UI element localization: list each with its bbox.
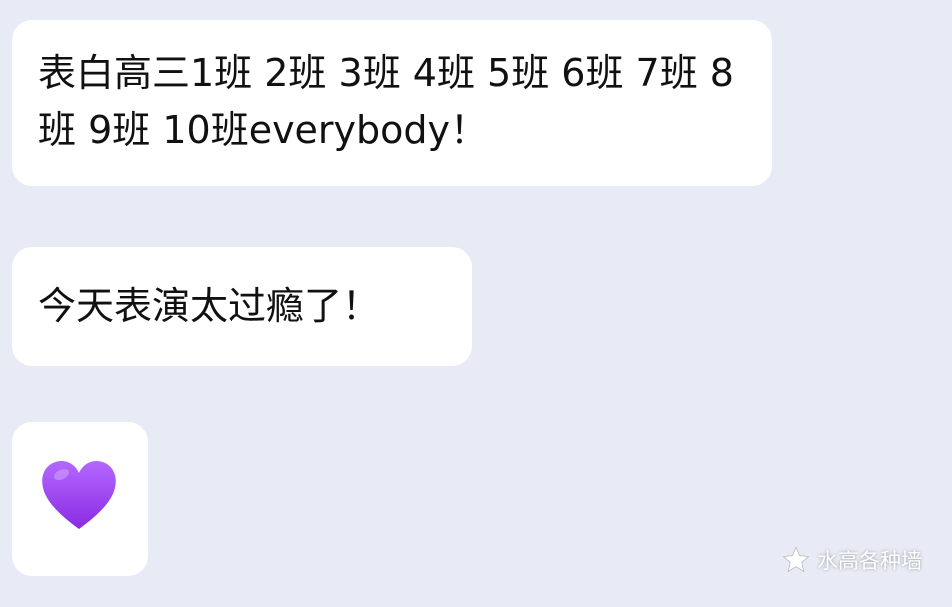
message-text: 表白高三1班 2班 3班 4班 5班 6班 7班 8班 9班 10班everyb… xyxy=(38,51,734,152)
watermark-text: 水高各种墙 xyxy=(817,549,922,573)
purple-heart-icon xyxy=(42,461,116,529)
message-bubble-2[interactable]: 今天表演太过瘾了！ xyxy=(12,247,472,366)
star-icon xyxy=(782,546,810,573)
message-bubble-1[interactable]: 表白高三1班 2班 3班 4班 5班 6班 7班 8班 9班 10班everyb… xyxy=(12,20,772,186)
message-text: 今天表演太过瘾了！ xyxy=(38,284,381,328)
message-bubble-3[interactable] xyxy=(12,422,148,576)
watermark: 水高各种墙 xyxy=(781,545,922,575)
